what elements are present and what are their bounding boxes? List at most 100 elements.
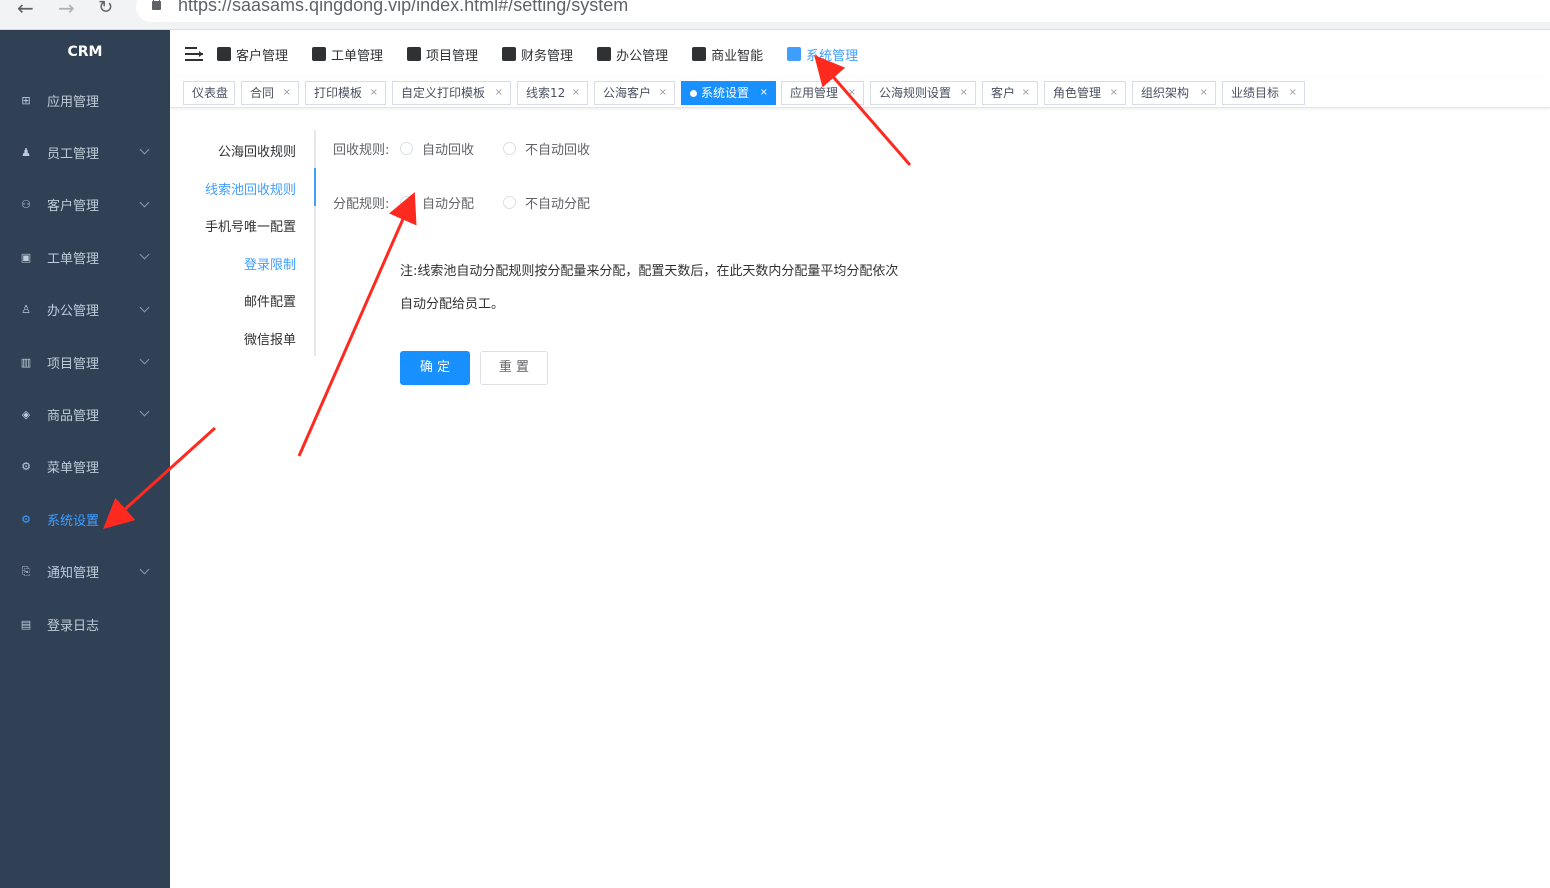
close-icon[interactable]: × (283, 82, 291, 104)
tab-label: 公海客户 (603, 86, 652, 100)
close-icon[interactable]: × (1200, 82, 1208, 104)
top-nav-item[interactable]: 商业智能 (692, 45, 763, 64)
tab-label: 公海规则设置 (879, 86, 952, 100)
box-icon: ◈ (21, 408, 31, 422)
top-nav-item[interactable]: 系统管理 (787, 45, 858, 64)
close-icon[interactable]: × (960, 82, 968, 104)
reload-icon[interactable]: ↻ (98, 0, 113, 17)
radio-no-auto-assign[interactable]: 不自动分配 (503, 193, 590, 212)
sidebar-item[interactable]: ▥ 项目管理 (0, 336, 170, 388)
sidebar-item[interactable]: ◈ 商品管理 (0, 388, 170, 440)
tags-bar: 仪表盘 合同 × 打印模板 × 自定义打印模板 × 线索12 × 公海客户 × 系统设置 × 应用管理 × 公… (170, 78, 1550, 108)
note-line-2: 自动分配给员工。 (400, 297, 505, 312)
chevron-down-icon (139, 354, 150, 365)
tab-9[interactable]: 客户 × (982, 81, 1038, 105)
log-icon: ▤ (20, 617, 32, 631)
sidebar-item[interactable]: ⚇ 客户管理 (0, 179, 170, 231)
tab-label: 仪表盘 (192, 86, 229, 100)
radio-auto-recycle[interactable]: 自动回收 (400, 139, 474, 158)
top-nav-label: 办公管理 (616, 48, 669, 64)
bars-icon: ▥ (20, 355, 32, 369)
top-nav-item[interactable]: 财务管理 (502, 45, 573, 64)
grid-icon: ⊞ (21, 93, 31, 107)
close-icon[interactable]: × (1110, 82, 1118, 104)
radio-no-auto-recycle[interactable]: 不自动回收 (503, 139, 590, 158)
tab-label: 组织架构 (1141, 86, 1190, 100)
notify-icon: ⎘ (21, 564, 31, 578)
browser-bar: ← → ↻ https://saasams.qingdong.vip/index… (0, 0, 1550, 30)
tab-label: 自定义打印模板 (401, 86, 486, 100)
top-nav-item[interactable]: 办公管理 (597, 45, 668, 64)
settings-menu-item[interactable]: 线索池回收规则 (205, 179, 296, 198)
top-nav-item[interactable]: 工单管理 (312, 45, 383, 64)
top-nav-label: 工单管理 (331, 48, 384, 64)
tab-3[interactable]: 自定义打印模板 × (392, 81, 511, 105)
radio-label: 自动分配 (422, 197, 475, 212)
tab-10[interactable]: 角色管理 × (1044, 81, 1126, 105)
close-icon[interactable]: × (1289, 82, 1297, 104)
radio-circle[interactable] (400, 196, 413, 209)
gear-icon: ⚙ (21, 460, 31, 474)
active-indicator (314, 168, 316, 206)
settings-menu-item[interactable]: 邮件配置 (244, 291, 296, 310)
tab-1[interactable]: 合同 × (241, 81, 299, 105)
close-icon[interactable]: × (370, 82, 378, 104)
tab-0[interactable]: 仪表盘 (183, 81, 235, 105)
top-nav-label: 客户管理 (236, 48, 289, 64)
tab-12[interactable]: 业绩目标 × (1222, 81, 1305, 105)
tab-7[interactable]: 应用管理 × (781, 81, 864, 105)
sidebar-item[interactable]: ♙ 办公管理 (0, 284, 170, 336)
chevron-down-icon (139, 249, 150, 260)
settings-menu-item[interactable]: 登录限制 (244, 254, 296, 273)
radio-label: 不自动分配 (525, 197, 591, 212)
tab-8[interactable]: 公海规则设置 × (870, 81, 976, 105)
settings-menu-item[interactable]: 手机号唯一配置 (205, 216, 296, 235)
sidebar-item-label: 商品管理 (47, 409, 100, 425)
close-icon[interactable]: × (760, 82, 768, 104)
tab-4[interactable]: 线索12 × (517, 81, 588, 105)
settings-menu-item[interactable]: 微信报单 (244, 329, 296, 348)
address-bar[interactable]: https://saasams.qingdong.vip/index.html#… (136, 0, 1550, 22)
confirm-button[interactable]: 确 定 (400, 351, 470, 385)
sidebar-item[interactable]: ▤ 登录日志 (0, 598, 170, 650)
sidebar-item-label: 项目管理 (47, 356, 100, 372)
sidebar-item[interactable]: ♟ 员工管理 (0, 126, 170, 178)
close-icon[interactable]: × (572, 82, 580, 104)
bi-icon (692, 47, 707, 61)
close-icon[interactable]: × (848, 82, 856, 104)
tab-5[interactable]: 公海客户 × (594, 81, 675, 105)
recycle-rule-label: 回收规则: (333, 143, 390, 158)
sidebar-item[interactable]: ⊞ 应用管理 (0, 74, 170, 126)
sidebar-item[interactable]: ⚙ 菜单管理 (0, 441, 170, 493)
reset-button[interactable]: 重 置 (480, 351, 548, 385)
radio-circle[interactable] (503, 142, 516, 155)
hamburger-icon[interactable] (185, 47, 203, 61)
active-dot-icon (690, 90, 697, 97)
tab-11[interactable]: 组织架构 × (1132, 81, 1216, 105)
radio-circle[interactable] (503, 196, 516, 209)
top-nav-item[interactable]: 客户管理 (217, 45, 288, 64)
tab-6[interactable]: 系统设置 × (681, 81, 776, 105)
sidebar-item[interactable]: ⚙ 系统设置 (0, 493, 170, 545)
chevron-down-icon (139, 564, 150, 574)
clipboard-icon (312, 47, 327, 61)
close-icon[interactable]: × (495, 82, 503, 104)
forward-icon[interactable]: → (58, 0, 75, 18)
tab-2[interactable]: 打印模板 × (305, 81, 386, 105)
finance-icon (502, 47, 517, 61)
radio-circle[interactable] (400, 142, 413, 155)
back-icon[interactable]: ← (17, 0, 34, 18)
radio-auto-assign[interactable]: 自动分配 (400, 193, 474, 212)
settings-menu-item[interactable]: 公海回收规则 (218, 141, 296, 160)
top-nav-menu: 客户管理 工单管理 项目管理 财务管理 办公管理 商业智能 系统管理 (217, 45, 882, 64)
close-icon[interactable]: × (659, 82, 667, 104)
top-nav-item[interactable]: 项目管理 (407, 45, 478, 64)
url-text[interactable]: https://saasams.qingdong.vip/index.html#… (178, 0, 628, 16)
chevron-down-icon (139, 144, 150, 155)
close-icon[interactable]: × (1022, 82, 1030, 104)
sidebar-item[interactable]: ⎘ 通知管理 (0, 546, 170, 598)
top-nav-label: 项目管理 (426, 48, 479, 64)
sidebar-item-label: 办公管理 (47, 304, 100, 320)
tab-label: 线索12 (526, 86, 566, 100)
sidebar-item[interactable]: ▣ 工单管理 (0, 231, 170, 283)
